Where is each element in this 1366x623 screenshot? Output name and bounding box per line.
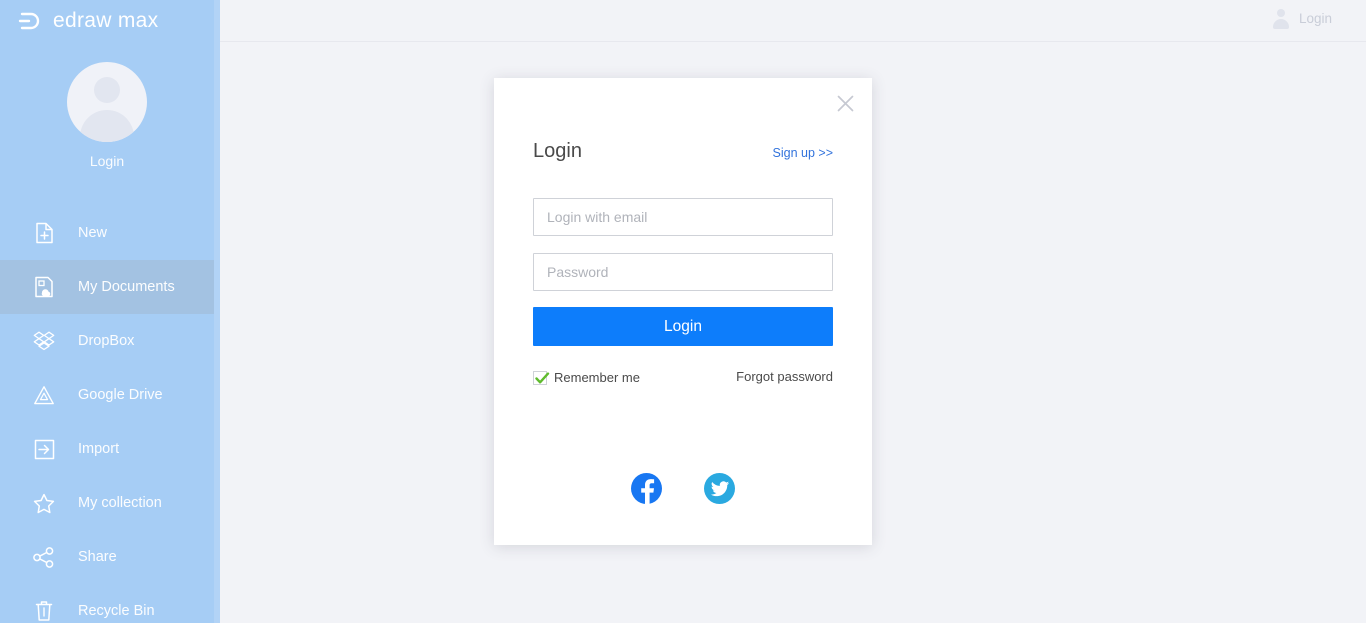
sidebar-item-label: Google Drive — [78, 387, 163, 403]
remember-me-label: Remember me — [554, 370, 640, 385]
password-field[interactable] — [533, 253, 833, 291]
login-dialog: Login Sign up >> Login Remember me — [494, 78, 872, 545]
star-icon — [31, 490, 57, 516]
sign-up-link[interactable]: Sign up >> — [773, 146, 833, 160]
check-icon — [535, 371, 550, 383]
login-options-row: Remember me Forgot password — [533, 369, 833, 385]
login-dialog-header: Login Sign up >> — [533, 140, 833, 163]
app-root: edraw max Login New My Documents DropBox… — [0, 0, 1366, 623]
sidebar-item-label: New — [78, 225, 108, 241]
avatar-login-label[interactable]: Login — [90, 153, 124, 169]
sidebar-item-label: Recycle Bin — [78, 603, 155, 619]
sidebar-item-new[interactable]: New — [0, 206, 214, 260]
dropbox-icon — [31, 328, 57, 354]
my-documents-icon — [31, 274, 57, 300]
sidebar-item-google-drive[interactable]: Google Drive — [0, 368, 214, 422]
user-icon — [1272, 9, 1290, 29]
sidebar-item-recycle-bin[interactable]: Recycle Bin — [0, 584, 214, 623]
sidebar-item-import[interactable]: Import — [0, 422, 214, 476]
top-header-bar: Login — [220, 0, 1366, 42]
sidebar-account[interactable]: Login — [0, 62, 214, 169]
header-login-label: Login — [1298, 10, 1332, 26]
sidebar-item-label: Import — [78, 441, 120, 457]
edraw-logo-icon — [18, 9, 44, 33]
facebook-icon[interactable] — [631, 473, 662, 504]
sidebar-item-my-collection[interactable]: My collection — [0, 476, 214, 530]
avatar[interactable] — [67, 62, 147, 142]
new-document-icon — [31, 220, 57, 246]
content-area: Login Login Sign up >> Login with email … — [220, 0, 1366, 623]
import-icon — [31, 436, 57, 462]
header-login-button[interactable]: Login — [1272, 9, 1332, 29]
brand-logo: edraw max — [18, 7, 158, 35]
sidebar-item-label: My collection — [78, 495, 162, 511]
share-icon — [31, 544, 57, 570]
trash-icon — [31, 598, 57, 623]
sidebar-item-label: My Documents — [78, 279, 175, 295]
remember-me-checkbox[interactable]: Remember me — [533, 370, 640, 385]
sidebar-nav: New My Documents DropBox Google Drive Im… — [0, 206, 214, 623]
forgot-password-link[interactable]: Forgot password — [736, 369, 833, 384]
sidebar-item-label: Share — [78, 549, 117, 565]
close-icon[interactable] — [832, 90, 858, 116]
twitter-icon[interactable] — [704, 473, 735, 504]
avatar-body-shape — [80, 110, 134, 142]
page-title: Login — [533, 140, 582, 162]
checkbox-box[interactable] — [533, 370, 550, 385]
brand-name: edraw max — [53, 9, 159, 32]
sidebar-item-share[interactable]: Share — [0, 530, 214, 584]
sidebar-item-label: DropBox — [78, 333, 135, 349]
email-field[interactable] — [533, 198, 833, 236]
social-login-row — [533, 473, 833, 504]
avatar-head-shape — [94, 77, 120, 103]
google-drive-icon — [31, 382, 57, 408]
sidebar-item-dropbox[interactable]: DropBox — [0, 314, 214, 368]
sidebar-item-my-documents[interactable]: My Documents — [0, 260, 214, 314]
sidebar: edraw max Login New My Documents DropBox… — [0, 0, 214, 623]
login-button[interactable]: Login — [533, 307, 833, 346]
